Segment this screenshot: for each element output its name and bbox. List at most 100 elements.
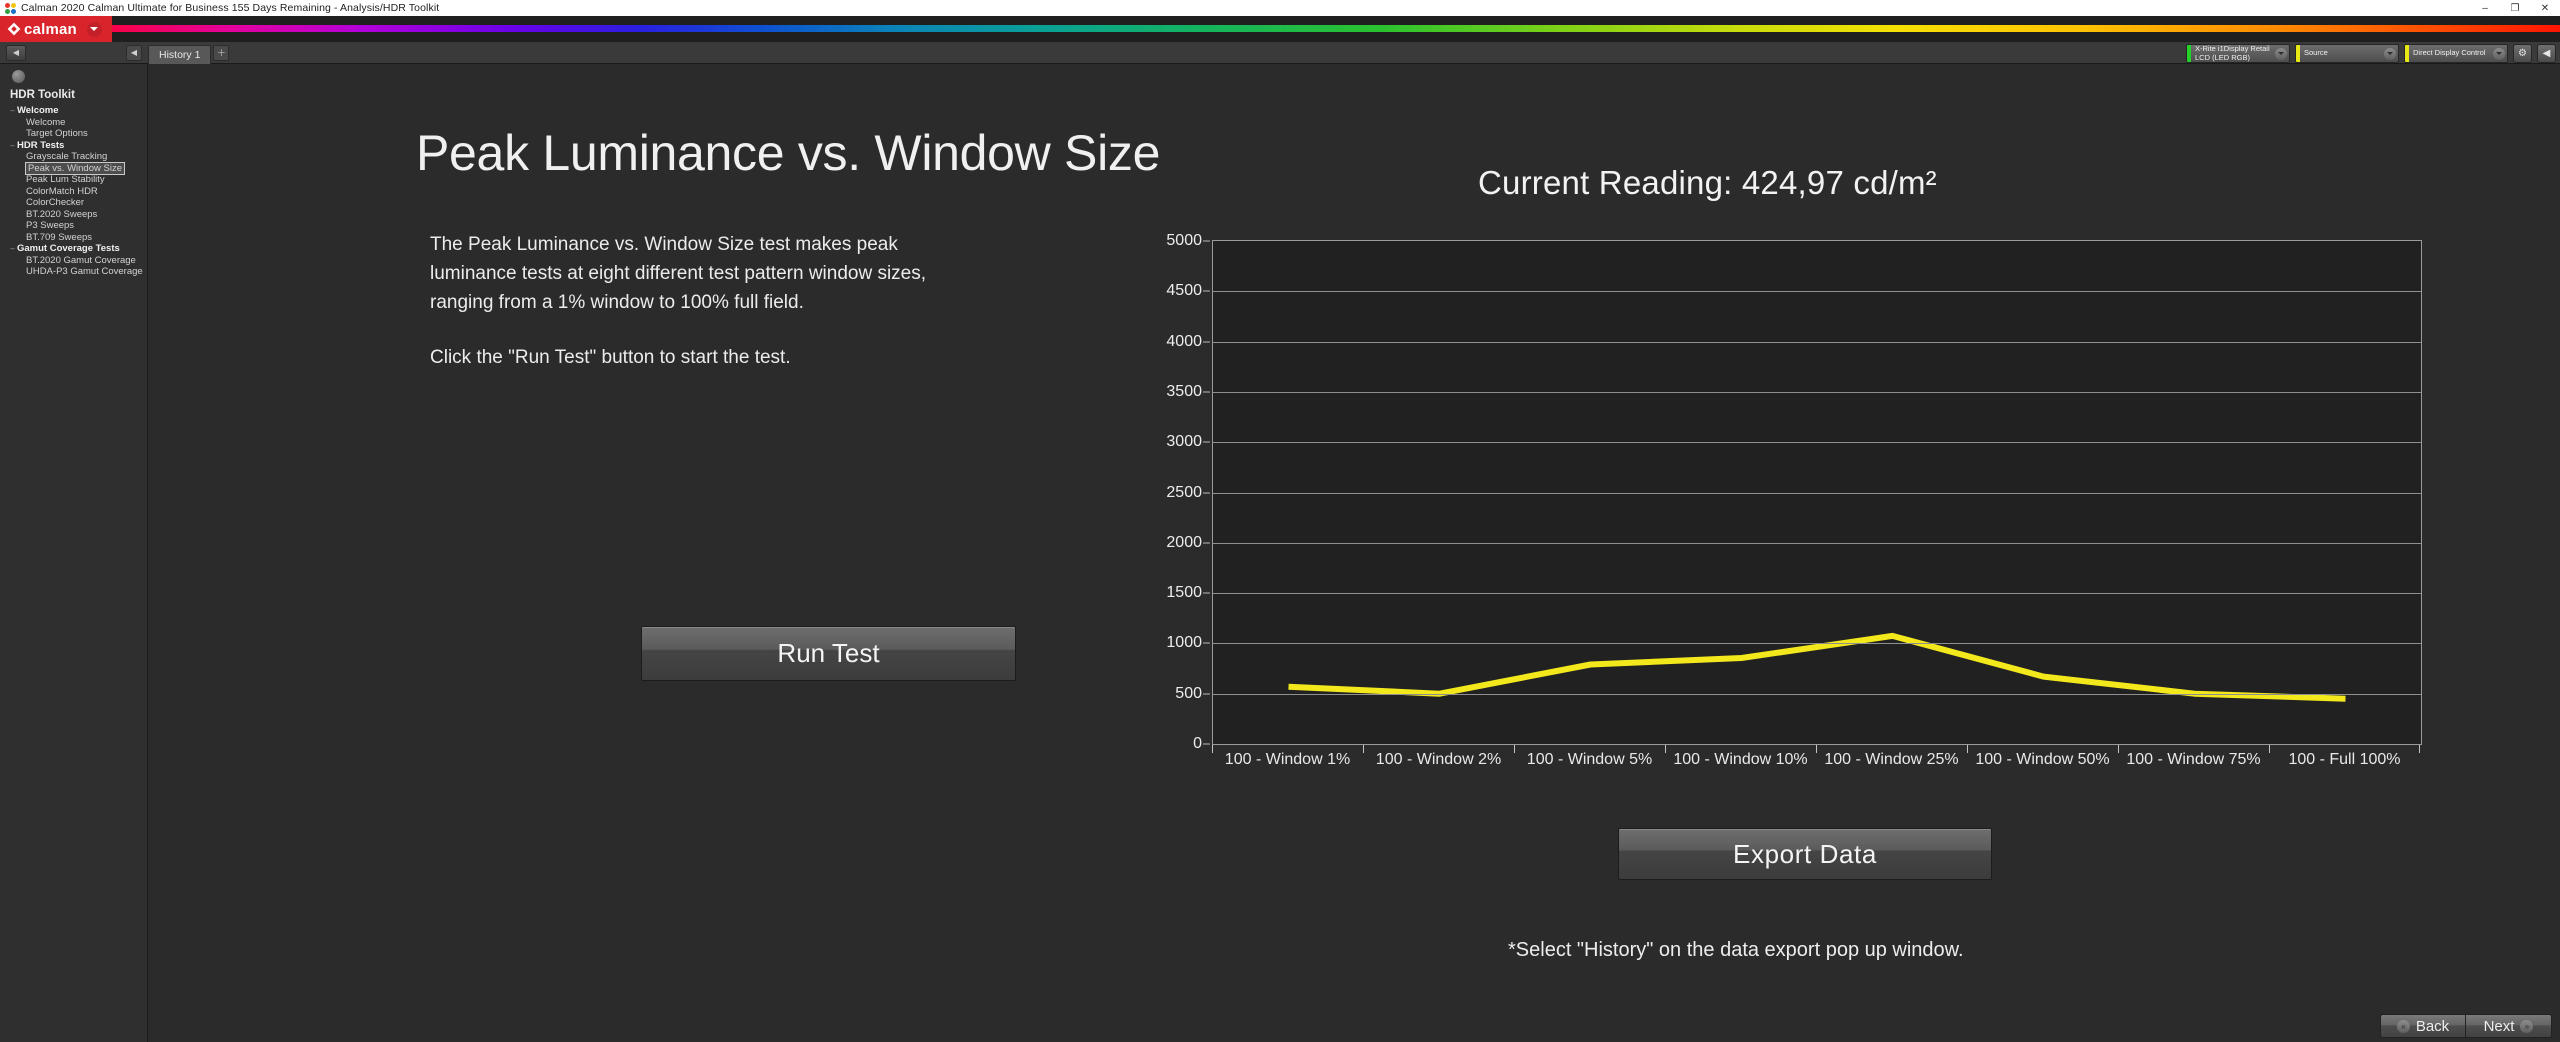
sidebar-item-label: ColorMatch HDR (26, 185, 98, 197)
chevron-down-icon[interactable] (2384, 47, 2396, 60)
close-button[interactable]: ✕ (2530, 0, 2560, 16)
sidebar-title: HDR Toolkit (10, 89, 75, 101)
sidebar-item-label: UHDA-P3 Gamut Coverage (26, 266, 143, 278)
y-axis-tick-label: 3500 (1166, 382, 1202, 400)
y-axis-tick-label: 3000 (1166, 433, 1202, 451)
window-controls: – ❐ ✕ (2470, 0, 2560, 16)
y-axis-tick-mark (1203, 743, 1210, 745)
chart-gridline (1213, 391, 2421, 393)
tab-strip: ◀ ◀ History 1 ＋ X-Rite i1Display Retail … (0, 42, 2560, 64)
x-axis-tick-label: 100 - Full 100% (2288, 751, 2401, 768)
main-content: Peak Luminance vs. Window Size The Peak … (148, 64, 2560, 1042)
device-controls: X-Rite i1Display Retail LCD (LED RGB) So… (2186, 44, 2556, 63)
page-title: Peak Luminance vs. Window Size (416, 125, 1161, 181)
sidebar-item-label: Peak vs. Window Size (25, 161, 125, 175)
sidebar-collapse-button[interactable]: ◀ (126, 44, 142, 61)
sidebar-item-bt-709-sweeps[interactable]: BT.709 Sweeps (8, 232, 147, 244)
sidebar-item-welcome[interactable]: Welcome (8, 117, 147, 129)
sidebar-item-colorchecker[interactable]: ColorChecker (8, 197, 147, 209)
chevron-down-icon[interactable] (86, 21, 102, 37)
y-axis-tick-label: 1000 (1166, 634, 1202, 652)
back-button-label: Back (2415, 1017, 2450, 1035)
y-axis-tick-label: 0 (1193, 735, 1202, 752)
display-control-selector[interactable]: Direct Display Control (2404, 44, 2508, 63)
x-axis-tick-mark (1967, 745, 1968, 753)
maximize-button[interactable]: ❐ (2500, 0, 2530, 16)
y-axis-tick-mark (1203, 441, 1210, 443)
navigation-tree: – Welcome Welcome Target Options – HDR Tests G… (8, 105, 147, 278)
x-axis-tick-mark (2269, 745, 2270, 753)
calman-color-squares-icon (5, 2, 16, 14)
y-axis-tick-label: 4000 (1166, 332, 1202, 350)
sidebar-item-label: Peak Lum Stability (26, 174, 105, 186)
peak-luminance-chart: 0 500 1000 1500 2000 2500 3000 3500 4000 4500 5000… (1148, 232, 2422, 768)
sidebar-item-colormatch-hdr[interactable]: ColorMatch HDR (8, 186, 147, 198)
sidebar-item-target-options[interactable]: Target Options (8, 128, 147, 140)
window-title: Calman 2020 Calman Ultimate for Business… (21, 2, 440, 14)
x-axis-tick-mark (1212, 745, 1213, 753)
sidebar-menu-icon[interactable] (12, 70, 25, 83)
sidebar-item-bt-2020-gamut-coverage[interactable]: BT.2020 Gamut Coverage (8, 255, 147, 267)
sidebar-item-peak-vs-window-size[interactable]: Peak vs. Window Size (8, 161, 147, 175)
chevron-down-icon[interactable] (2275, 47, 2287, 60)
sidebar-item-peak-lum-stability[interactable]: Peak Lum Stability (8, 174, 147, 186)
chart-gridline (1213, 442, 2421, 444)
chevron-down-icon[interactable] (2493, 47, 2505, 60)
x-axis-tick-mark (1665, 745, 1666, 753)
chart-x-axis: 100 - Window 1% 100 - Window 2% 100 - Wind… (1212, 745, 2422, 775)
tree-expander-icon[interactable]: – (8, 141, 17, 150)
y-axis-tick-mark (1203, 693, 1210, 695)
tab-history-1[interactable]: History 1 (148, 44, 212, 64)
back-button[interactable]: « Back (2380, 1014, 2466, 1038)
os-title-bar: Calman 2020 Calman Ultimate for Business… (0, 0, 2560, 16)
app-body: HDR Toolkit – Welcome Welcome Target Option… (0, 64, 2560, 1042)
workflow-nav-icon[interactable]: ◀ (6, 44, 26, 61)
test-description: The Peak Luminance vs. Window Size test … (430, 230, 950, 372)
sidebar-item-label: BT.709 Sweeps (26, 231, 93, 243)
tree-expander-icon[interactable]: – (8, 106, 17, 115)
sidebar-item-bt-2020-sweeps[interactable]: BT.2020 Sweeps (8, 209, 147, 221)
sidebar-item-uhda-p3-gamut-coverage[interactable]: UHDA-P3 Gamut Coverage (8, 266, 147, 278)
add-tab-button[interactable]: ＋ (213, 44, 230, 61)
export-data-button[interactable]: Export Data (1618, 828, 1992, 880)
sidebar-item-p3-sweeps[interactable]: P3 Sweeps (8, 220, 147, 232)
y-axis-tick-label: 2000 (1166, 533, 1202, 551)
sidebar-item-gamut-coverage-tests[interactable]: – Gamut Coverage Tests (8, 243, 147, 255)
x-axis-tick-label: 100 - Window 5% (1526, 751, 1653, 768)
panel-collapse-icon[interactable]: ◀ (2537, 44, 2556, 63)
y-axis-tick-mark (1203, 341, 1210, 343)
sidebar-item-grayscale-tracking[interactable]: Grayscale Tracking (8, 151, 147, 163)
calman-diamond-icon (7, 22, 20, 36)
chevron-right-icon: » (2520, 1019, 2534, 1033)
sidebar-item-welcome[interactable]: – Welcome (8, 105, 147, 117)
sidebar-item-hdr-tests[interactable]: – HDR Tests (8, 140, 147, 152)
gear-icon[interactable]: ⚙ (2513, 44, 2532, 63)
calman-logo[interactable]: calman (0, 16, 112, 42)
sidebar-item-label: Grayscale Tracking (26, 151, 108, 163)
y-axis-tick-label: 4500 (1166, 282, 1202, 300)
sidebar-item-label: BT.2020 Gamut Coverage (26, 254, 136, 266)
y-axis-tick-label: 500 (1175, 684, 1202, 702)
source-selector[interactable]: Source (2295, 44, 2399, 63)
chevron-left-icon: « (2396, 1019, 2410, 1033)
y-axis-tick-mark (1203, 391, 1210, 393)
sidebar-item-label: Target Options (26, 128, 88, 140)
meter-selector[interactable]: X-Rite i1Display Retail LCD (LED RGB) (2186, 44, 2290, 63)
tree-expander-icon[interactable]: – (8, 244, 17, 253)
y-axis-tick-mark (1203, 492, 1210, 493)
chart-gridline (1213, 542, 2421, 544)
next-button-label: Next (2483, 1017, 2515, 1035)
chart-gridline (1213, 593, 2421, 595)
next-button[interactable]: Next » (2466, 1014, 2552, 1038)
tab-list: History 1 ＋ (148, 42, 230, 64)
chart-gridline (1213, 291, 2421, 293)
sidebar-item-label: Welcome (17, 105, 59, 117)
x-axis-tick-mark (2118, 745, 2119, 753)
minimize-button[interactable]: – (2470, 0, 2500, 16)
run-test-button[interactable]: Run Test (641, 626, 1016, 681)
x-axis-tick-mark (1816, 745, 1817, 753)
export-note: *Select "History" on the data export pop… (1508, 939, 1964, 961)
y-axis-tick-mark (1203, 592, 1210, 594)
chart-gridline (1213, 341, 2421, 343)
y-axis-tick-mark (1203, 542, 1210, 544)
